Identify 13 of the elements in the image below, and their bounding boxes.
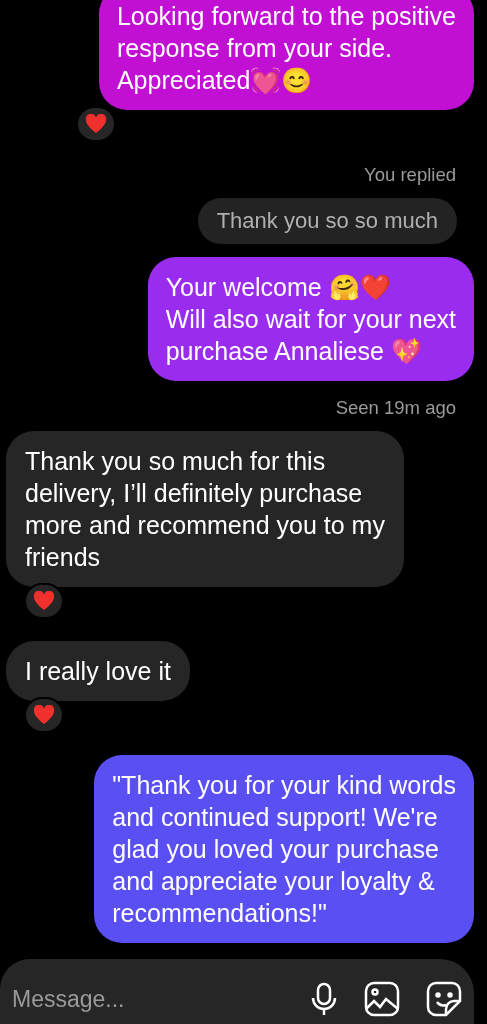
received-message: I really love it [6,641,190,701]
message-input[interactable]: Message... [12,981,310,1017]
replied-message: Thank you so so much [197,198,457,244]
message-status: You replied [364,164,456,186]
microphone-icon[interactable] [310,982,338,1016]
image-icon[interactable] [364,981,400,1017]
sent-message: Your welcome 🤗❤ Will also wait for your next purchase Annaliese 💖 [147,257,474,381]
message-input-field[interactable]: Message... [0,959,474,1024]
sticker-icon[interactable] [426,981,462,1017]
sent-message: Looking forward to the positive response from your side. Appreciated💓😊 [98,0,474,110]
sent-message: "Thank you for your kind words and continued support! We're glad you loved your purchase and appreciate your loyalty & recommendations!" [94,755,474,943]
received-message: Thank you so much for this delivery, I’ll definitely purchase more and recommend you to my friends [6,431,404,587]
message-status: Seen 19m ago [335,397,456,419]
